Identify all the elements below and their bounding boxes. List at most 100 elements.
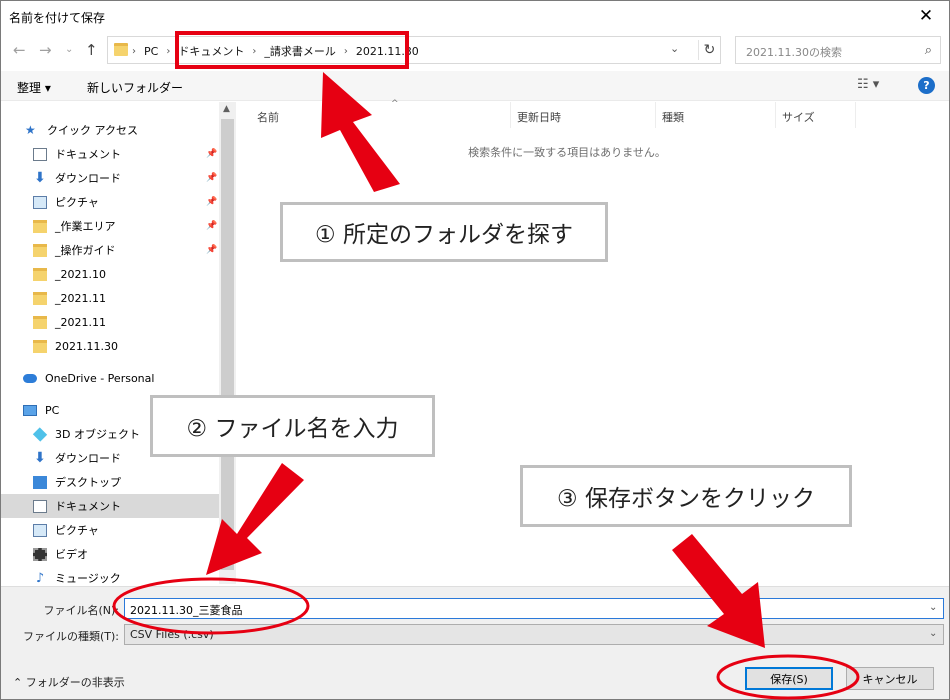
scroll-thumb[interactable] <box>221 119 234 570</box>
view-options-icon[interactable]: ☷ ▾ <box>857 77 879 92</box>
3d-objects-icon <box>32 426 48 442</box>
nav-item-guide[interactable]: _操作ガイド 📌 <box>1 238 219 262</box>
search-placeholder: 2021.11.30の検索 <box>746 46 842 59</box>
nav-item-videos[interactable]: ビデオ <box>1 542 219 566</box>
chevron-right-icon: › <box>343 45 348 57</box>
chevron-down-icon[interactable]: ⌄ <box>670 42 679 55</box>
nav-label: 2021.11.30 <box>55 339 118 353</box>
pin-icon[interactable]: 📌 <box>206 173 217 183</box>
hide-folders-label: フォルダーの非表示 <box>25 676 125 689</box>
nav-item-3d-objects[interactable]: 3D オブジェクト <box>1 422 219 446</box>
nav-label: ビデオ <box>55 548 88 561</box>
chevron-down-icon[interactable]: ⌄ <box>929 628 937 639</box>
column-label: サイズ <box>782 111 815 124</box>
nav-label: デスクトップ <box>55 476 121 489</box>
column-header-size[interactable]: サイズ <box>776 102 856 128</box>
chevron-down-icon[interactable]: ⌄ <box>929 602 937 613</box>
navigation-pane: ★ クイック アクセス ドキュメント 📌 ⬇ ダウンロード 📌 ピクチャ 📌 _… <box>1 102 219 584</box>
nav-label: ピクチャ <box>55 524 99 537</box>
nav-scrollbar[interactable]: ▲ <box>219 102 236 584</box>
nav-item-folder[interactable]: _2021.11 <box>1 310 219 334</box>
nav-item-music[interactable]: ♪ ミュージック <box>1 566 219 585</box>
organize-button[interactable]: 整理 ▾ <box>17 79 51 96</box>
pin-icon[interactable]: 📌 <box>206 221 217 231</box>
new-folder-button[interactable]: 新しいフォルダー <box>87 79 183 96</box>
nav-item-pictures[interactable]: ピクチャ <box>1 518 219 542</box>
document-icon <box>33 499 47 513</box>
folder-icon <box>114 43 128 56</box>
nav-item-folder[interactable]: 2021.11.30 <box>1 334 219 358</box>
window-title: 名前を付けて保存 <box>9 11 106 25</box>
column-header-name[interactable]: 名前 ^ <box>251 99 511 128</box>
back-arrow-icon[interactable]: ← <box>13 41 26 59</box>
breadcrumb: › PC › ドキュメント › _請求書メール › 2021.11.30 <box>132 43 419 59</box>
save-button[interactable]: 保存(S) <box>745 667 833 690</box>
nav-item-work-area[interactable]: _作業エリア 📌 <box>1 214 219 238</box>
nav-item-folder[interactable]: _2021.10 <box>1 262 219 286</box>
folder-icon <box>33 291 47 305</box>
nav-label: _2021.11 <box>55 291 106 305</box>
nav-item-desktop[interactable]: デスクトップ <box>1 470 219 494</box>
pin-icon[interactable]: 📌 <box>206 149 217 159</box>
folder-icon <box>33 219 47 233</box>
folder-icon <box>33 267 47 281</box>
nav-label: ドキュメント <box>55 500 121 513</box>
title-bar: 名前を付けて保存 ✕ <box>1 1 949 31</box>
nav-item-downloads[interactable]: ⬇ ダウンロード 📌 <box>1 166 219 190</box>
folder-icon <box>33 243 47 257</box>
save-options-panel: ファイル名(N): 2021.11.30_三菱食品 ⌄ ファイルの種類(T): … <box>1 586 949 699</box>
folder-icon <box>33 315 47 329</box>
computer-icon <box>23 404 37 416</box>
download-icon: ⬇ <box>34 449 46 466</box>
breadcrumb-documents[interactable]: ドキュメント <box>178 43 244 59</box>
nav-pc[interactable]: PC <box>1 398 219 422</box>
nav-label: ミュージック <box>55 572 121 584</box>
filetype-select[interactable]: CSV Files (.csv) <box>124 624 944 645</box>
search-icon: ⌕ <box>924 43 932 58</box>
search-input[interactable]: 2021.11.30の検索 ⌕ <box>735 36 941 64</box>
nav-item-folder[interactable]: _2021.11 <box>1 286 219 310</box>
forward-arrow-icon[interactable]: → <box>39 41 52 59</box>
cancel-button[interactable]: キャンセル <box>846 667 934 690</box>
help-icon[interactable]: ? <box>918 77 935 94</box>
recent-chevron-icon[interactable]: ⌄ <box>65 44 73 55</box>
pin-icon[interactable]: 📌 <box>206 245 217 255</box>
filename-input[interactable]: 2021.11.30_三菱食品 <box>124 598 944 619</box>
nav-quick-access[interactable]: ★ クイック アクセス <box>1 118 219 142</box>
close-button[interactable]: ✕ <box>903 1 949 31</box>
breadcrumb-current-folder[interactable]: 2021.11.30 <box>356 45 419 58</box>
nav-label: _操作ガイド <box>55 244 116 257</box>
nav-label: 3D オブジェクト <box>55 428 140 441</box>
address-bar-row: ← → ⌄ ↑ › PC › ドキュメント › _請求書メール › 2021.1… <box>1 31 949 69</box>
up-arrow-icon[interactable]: ↑ <box>85 41 98 59</box>
column-header-date[interactable]: 更新日時 <box>511 102 656 128</box>
save-as-dialog: 名前を付けて保存 ✕ ← → ⌄ ↑ › PC › ドキュメント › _請求書メ… <box>0 0 950 700</box>
chevron-right-icon: › <box>252 45 257 57</box>
nav-label: ダウンロード <box>55 452 121 465</box>
nav-item-pictures[interactable]: ピクチャ 📌 <box>1 190 219 214</box>
pin-icon[interactable]: 📌 <box>206 197 217 207</box>
chevron-right-icon: › <box>166 45 171 57</box>
nav-label: クイック アクセス <box>47 124 138 137</box>
nav-item-documents-selected[interactable]: ドキュメント <box>1 494 219 518</box>
command-toolbar: 整理 ▾ 新しいフォルダー ☷ ▾ ? <box>1 71 949 101</box>
nav-item-documents[interactable]: ドキュメント 📌 <box>1 142 219 166</box>
nav-label: _2021.10 <box>55 267 106 281</box>
breadcrumb-pc[interactable]: PC <box>144 45 158 58</box>
filetype-label: ファイルの種類(T): <box>22 630 119 643</box>
nav-onedrive[interactable]: OneDrive - Personal <box>1 366 219 390</box>
star-icon: ★ <box>25 122 36 137</box>
address-box[interactable]: › PC › ドキュメント › _請求書メール › 2021.11.30 ⌄ ↻ <box>107 36 721 64</box>
filename-label: ファイル名(N): <box>43 604 119 617</box>
nav-item-downloads[interactable]: ⬇ ダウンロード <box>1 446 219 470</box>
hide-folders-toggle[interactable]: ⌃ フォルダーの非表示 <box>13 674 125 690</box>
scroll-up-icon[interactable]: ▲ <box>223 104 230 114</box>
chevron-up-icon: ⌃ <box>13 676 26 689</box>
music-icon: ♪ <box>35 570 45 585</box>
refresh-icon[interactable]: ↻ <box>698 40 720 60</box>
nav-label: _2021.11 <box>55 315 106 329</box>
breadcrumb-invoice-mail[interactable]: _請求書メール <box>264 43 336 59</box>
column-header-type[interactable]: 種類 <box>656 102 776 128</box>
column-label: 名前 <box>257 111 279 124</box>
onedrive-cloud-icon <box>23 373 37 383</box>
